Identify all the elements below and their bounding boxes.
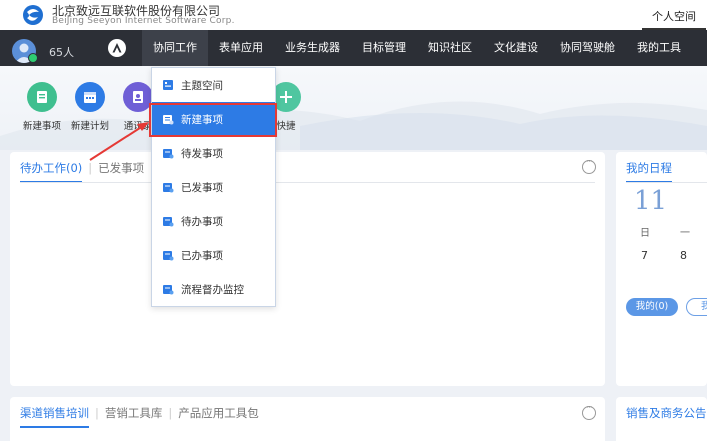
company-name-en: BeiJing Seeyon Internet Software Corp. xyxy=(52,16,235,26)
more-icon[interactable] xyxy=(582,157,596,174)
nav-menu: 协同工作 表单应用 业务生成器 目标管理 知识社区 文化建设 协同驾驶舱 我的工… xyxy=(142,30,692,66)
tab-todo-work[interactable]: 待办工作(0) xyxy=(20,160,83,183)
process-monitor-icon xyxy=(162,283,174,295)
menu-item-done[interactable]: 已办事项 xyxy=(152,238,275,272)
weekday-label: 日 xyxy=(640,228,650,239)
other-schedule-button[interactable]: 我 xyxy=(686,298,707,316)
pending-send-icon xyxy=(162,147,174,159)
more-icon[interactable] xyxy=(582,403,596,420)
nav-item-my-tools[interactable]: 我的工具 xyxy=(626,30,692,66)
new-item-icon xyxy=(27,82,57,112)
tab-marketing-tools[interactable]: 营销工具库 xyxy=(105,405,163,428)
nav-item-form-apps[interactable]: 表单应用 xyxy=(208,30,274,66)
tab-sent-items[interactable]: 已发事项 xyxy=(98,160,144,183)
resources-tabs: 渠道销售培训 | 营销工具库 | 产品应用工具包 xyxy=(20,405,259,428)
announcements-card: 销售及商务公告 xyxy=(616,397,707,441)
nav-item-goal-management[interactable]: 目标管理 xyxy=(351,30,417,66)
app-switch-icon[interactable] xyxy=(108,39,126,57)
calendar-day[interactable]: 7 xyxy=(641,249,648,262)
resources-card: 渠道销售培训 | 营销工具库 | 产品应用工具包 xyxy=(10,397,605,441)
calendar-day[interactable]: 8 xyxy=(680,249,687,262)
done-item-icon xyxy=(162,249,174,261)
calendar-date: 11 xyxy=(634,186,668,216)
divider xyxy=(20,182,595,183)
divider xyxy=(626,182,707,183)
sent-item-icon xyxy=(162,181,174,193)
top-header: 北京致远互联软件股份有限公司 BeiJing Seeyon Internet S… xyxy=(0,0,707,30)
todo-card-tabs: 待办工作(0) | 已发事项 xyxy=(20,160,144,183)
tab-product-toolkit[interactable]: 产品应用工具包 xyxy=(178,405,259,428)
schedule-card: 我的日程 11 日 一 7 8 我的(0) 我 xyxy=(616,152,707,386)
menu-item-todo[interactable]: 待办事项 xyxy=(152,204,275,238)
nav-item-cockpit[interactable]: 协同驾驶舱 xyxy=(549,30,626,66)
online-status-icon xyxy=(28,53,38,63)
personal-space-tab[interactable]: 个人空间 xyxy=(642,8,706,30)
schedule-title[interactable]: 我的日程 xyxy=(626,160,672,183)
member-count[interactable]: 65人 xyxy=(49,44,74,60)
my-schedule-button[interactable]: 我的(0) xyxy=(626,298,678,316)
new-plan-icon xyxy=(75,82,105,112)
announcements-title[interactable]: 销售及商务公告 xyxy=(626,405,707,426)
todo-item-icon xyxy=(162,215,174,227)
todo-card: 待办工作(0) | 已发事项 xyxy=(10,152,605,386)
menu-item-pending-send[interactable]: 待发事项 xyxy=(152,136,275,170)
theme-space-icon xyxy=(162,79,174,91)
tab-channel-training[interactable]: 渠道销售培训 xyxy=(20,405,89,428)
nav-item-collaboration[interactable]: 协同工作 xyxy=(142,30,208,66)
seeyon-logo-icon xyxy=(23,5,43,25)
menu-item-sent[interactable]: 已发事项 xyxy=(152,170,275,204)
menu-item-process-monitor[interactable]: 流程督办监控 xyxy=(152,272,275,306)
nav-item-culture[interactable]: 文化建设 xyxy=(483,30,549,66)
nav-item-knowledge-community[interactable]: 知识社区 xyxy=(417,30,483,66)
highlight-box xyxy=(149,103,277,137)
menu-item-theme-space[interactable]: 主题空间 xyxy=(152,68,275,102)
weekday-label: 一 xyxy=(680,228,690,239)
nav-item-business-builder[interactable]: 业务生成器 xyxy=(274,30,351,66)
